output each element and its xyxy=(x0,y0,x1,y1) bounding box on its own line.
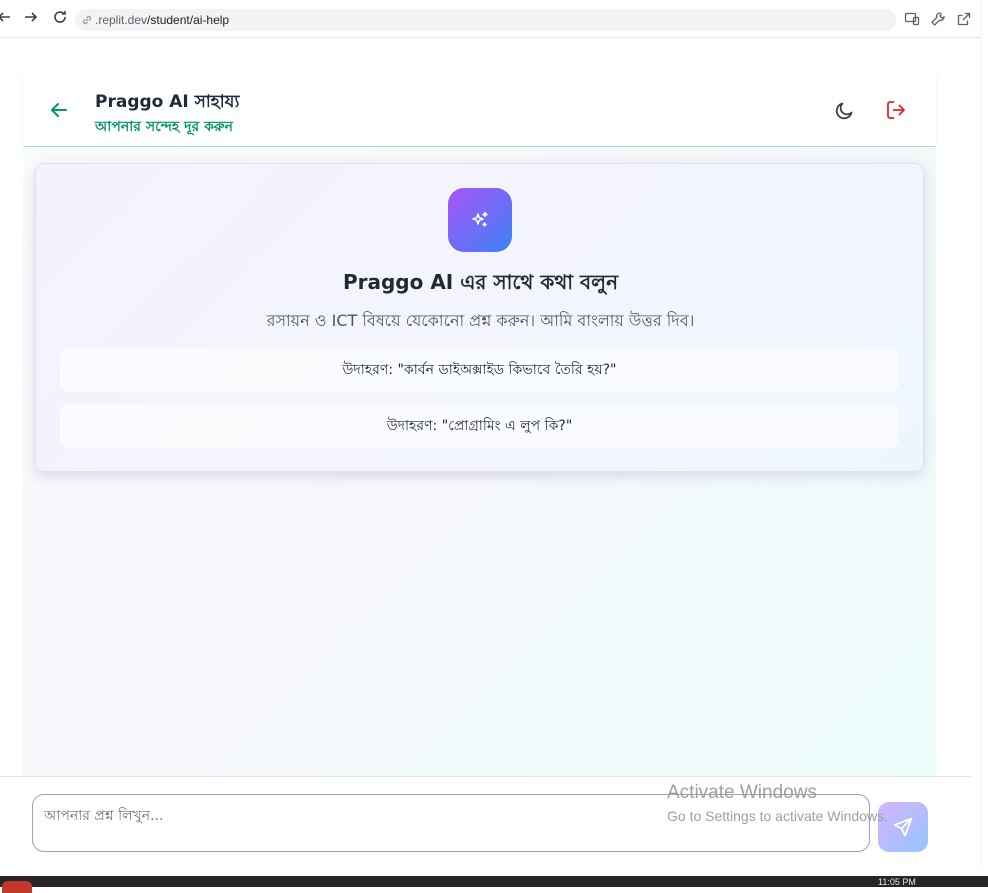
page-subtitle: আপনার সন্দেহ দূর করুন xyxy=(95,119,233,135)
chat-area[interactable]: Praggo AI এর সাথে কথা বলুন রসায়ন ও ICT … xyxy=(23,148,936,776)
back-nav-icon[interactable] xyxy=(0,9,14,29)
url-host: .replit.dev xyxy=(95,13,148,27)
taskbar-clock[interactable]: 11:05 PM xyxy=(878,877,916,887)
wrench-icon[interactable] xyxy=(930,11,946,27)
logout-icon[interactable] xyxy=(885,99,907,121)
welcome-card: Praggo AI এর সাথে কথা বলুন রসায়ন ও ICT … xyxy=(35,163,924,472)
example-prompt[interactable]: উদাহরণ: "কার্বন ডাইঅক্সাইড কিভাবে তৈরি হ… xyxy=(60,348,899,392)
devices-icon[interactable] xyxy=(904,11,920,27)
address-bar[interactable]: .replit.dev/student/ai-help xyxy=(75,9,896,31)
activation-watermark: Activate Windows Go to Settings to activ… xyxy=(667,782,888,824)
watermark-line2: Go to Settings to activate Windows. xyxy=(667,808,888,824)
send-icon xyxy=(893,817,913,837)
ai-badge xyxy=(448,188,512,252)
reload-icon[interactable] xyxy=(50,9,70,29)
forward-nav-icon[interactable] xyxy=(21,9,41,29)
open-external-icon[interactable] xyxy=(956,11,972,27)
page-title: Praggo AI সাহায্য xyxy=(95,92,240,112)
moon-icon[interactable] xyxy=(833,100,855,122)
page-scrollbar[interactable] xyxy=(980,0,988,867)
app-header: Praggo AI সাহায্য আপনার সন্দেহ দূর করুন xyxy=(23,72,936,147)
browser-toolbar: .replit.dev/student/ai-help xyxy=(0,0,988,38)
taskbar-app-icon[interactable] xyxy=(2,881,32,893)
arrow-left-icon[interactable] xyxy=(49,100,69,120)
link-icon xyxy=(82,15,92,25)
sparkles-icon xyxy=(472,211,488,227)
taskbar xyxy=(0,876,988,893)
url-path: /student/ai-help xyxy=(147,13,230,27)
welcome-title: Praggo AI এর সাথে কথা বলুন xyxy=(342,270,619,294)
example-prompt[interactable]: উদাহরণ: "প্রোগ্রামিং এ লুপ কি?" xyxy=(60,404,899,448)
watermark-line1: Activate Windows xyxy=(667,782,817,803)
welcome-description: রসায়ন ও ICT বিষয়ে যেকোনো প্রশ্ন করুন। … xyxy=(266,311,695,330)
